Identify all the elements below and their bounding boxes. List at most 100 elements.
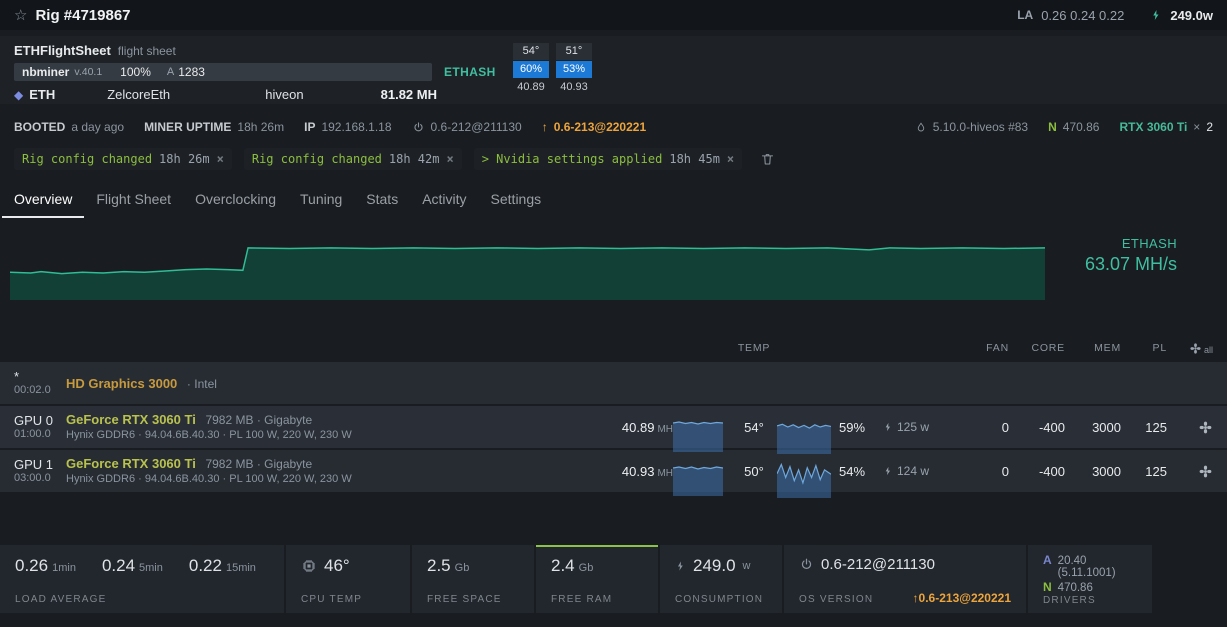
- cpu-row-index: *: [14, 369, 66, 384]
- os-version-label: OS VERSION: [799, 594, 873, 605]
- upgrade-arrow-icon: ↑: [542, 120, 548, 134]
- gpu1-fan: 53%: [556, 61, 592, 78]
- kernel-version: 5.10.0-hiveos #83: [933, 120, 1028, 134]
- gpu-temp: 50°: [731, 464, 777, 479]
- cpu-row-bus: 00:02.0: [14, 384, 66, 397]
- gpu0-fan: 60%: [513, 61, 549, 78]
- gpu-row-1: GPU 1 03:00.0 GeForce RTX 3060 Ti 7982 M…: [0, 448, 1227, 492]
- header-mem: MEM: [1065, 342, 1121, 354]
- free-ram-label: FREE RAM: [551, 594, 643, 605]
- load-15min: 0.22: [189, 556, 222, 576]
- power-bolt-icon: [1150, 8, 1162, 22]
- tab-stats[interactable]: Stats: [354, 179, 410, 218]
- gpu-badge-name: RTX 3060 Ti: [1119, 120, 1187, 134]
- gpu-name[interactable]: GeForce RTX 3060 Ti: [66, 412, 196, 427]
- gpu-power-limit[interactable]: 125: [1121, 464, 1167, 479]
- gpu-badge-times: ×: [1193, 120, 1200, 134]
- gpu-badge-count: 2: [1206, 120, 1213, 134]
- tab-overview[interactable]: Overview: [2, 179, 84, 218]
- gpu-core-clock[interactable]: -400: [1009, 464, 1065, 479]
- load-average-panel: 0.261min 0.245min 0.2215min LOAD AVERAGE: [0, 545, 284, 613]
- tab-overclocking[interactable]: Overclocking: [183, 179, 288, 218]
- os-upgrade-link[interactable]: ↑0.6-213@220221: [913, 591, 1011, 605]
- gpu-details: Hynix GDDR6 · 94.04.6B.40.30 · PL 100 W,…: [66, 428, 581, 442]
- os-version-value: 0.6-212@211130: [821, 556, 935, 573]
- gpu-mem-clock[interactable]: 3000: [1065, 420, 1121, 435]
- gpu-bus: 03:00.0: [14, 472, 66, 485]
- gpu-power-limit[interactable]: 125: [1121, 420, 1167, 435]
- event-time: 18h 26m: [159, 152, 210, 166]
- miner-progress: 100%: [120, 65, 151, 79]
- tab-flight-sheet[interactable]: Flight Sheet: [84, 179, 183, 218]
- booted-value: a day ago: [71, 120, 124, 134]
- chart-algo-label: ETHASH: [1045, 236, 1177, 251]
- gpu-index: GPU 0: [14, 413, 66, 428]
- accepted-shares: 1283: [178, 65, 205, 79]
- nvidia-driver-label: N: [1048, 120, 1057, 134]
- load-average-label: LA: [1017, 8, 1033, 22]
- amd-driver-value: 20.40 (5.11.1001): [1058, 555, 1137, 579]
- power-bolt-icon: [675, 559, 686, 573]
- upgrade-version: 0.6-213@220221: [554, 120, 646, 134]
- kernel-drop-icon: [915, 121, 927, 134]
- event-text: Rig config changed: [252, 152, 382, 166]
- gpu0-hashrate: 40.89: [513, 79, 549, 96]
- total-hashrate: 81.82 MH: [381, 87, 437, 102]
- flight-sheet-name[interactable]: ETHFlightSheet: [14, 43, 111, 58]
- gpu-power: 125 w: [897, 420, 929, 434]
- load-5min: 0.24: [102, 556, 135, 576]
- gpu-details: Hynix GDDR6 · 94.04.6B.40.30 · PL 100 W,…: [66, 472, 581, 486]
- tab-settings[interactable]: Settings: [479, 179, 554, 218]
- event-tag: Rig config changed 18h 26m ×: [14, 148, 232, 170]
- gpu-ministats: 54° 51° 60% 53% 40.89 40.93: [513, 43, 592, 96]
- power-bolt-icon: [883, 421, 893, 433]
- gpu-hashrate-unit: MH: [657, 468, 673, 479]
- clear-events-trash-icon[interactable]: [760, 151, 775, 167]
- tab-activity[interactable]: Activity: [410, 179, 478, 218]
- free-space-value: 2.5: [427, 556, 451, 576]
- event-close-icon[interactable]: ×: [446, 152, 453, 166]
- miner-version: v.40.1: [74, 66, 102, 78]
- header-fan: FAN: [963, 342, 1009, 354]
- uptime-label: MINER UPTIME: [144, 120, 231, 134]
- gpu-bus: 01:00.0: [14, 428, 66, 441]
- ip-value: 192.168.1.18: [321, 120, 391, 134]
- gpu-fan-setting[interactable]: 0: [963, 420, 1009, 435]
- miner-name: nbminer: [22, 65, 69, 79]
- favorite-star-icon[interactable]: ☆: [14, 6, 27, 24]
- cpu-temp-panel: 46° CPU TEMP: [286, 545, 410, 613]
- event-close-icon[interactable]: ×: [217, 152, 224, 166]
- load-average-values: 0.26 0.24 0.22: [1041, 8, 1124, 23]
- gpu-fan-percent: 59%: [839, 420, 883, 435]
- gpu-fan-icon[interactable]: [1198, 420, 1213, 435]
- gpu-fan-icon[interactable]: [1198, 464, 1213, 479]
- booted-label: BOOTED: [14, 120, 65, 134]
- gpu-row-0: GPU 0 01:00.0 GeForce RTX 3060 Ti 7982 M…: [0, 404, 1227, 448]
- event-tag: > Nvidia settings applied 18h 45m ×: [474, 148, 742, 170]
- gpu1-hashrate: 40.93: [556, 79, 592, 96]
- fan-all-icon[interactable]: all: [1189, 342, 1213, 355]
- miner-progress-bar[interactable]: nbminer v.40.1 100% A 1283: [14, 63, 432, 81]
- tab-tuning[interactable]: Tuning: [288, 179, 354, 218]
- power-symbol-icon: [799, 557, 814, 572]
- event-close-icon[interactable]: ×: [727, 152, 734, 166]
- consumption-unit: w: [743, 560, 751, 572]
- free-space-panel: 2.5Gb FREE SPACE: [412, 545, 534, 613]
- drivers-panel: A20.40 (5.11.1001) N470.86 DRIVERS: [1028, 545, 1152, 613]
- header-temp: TEMP: [731, 342, 777, 354]
- gpu-core-clock[interactable]: -400: [1009, 420, 1065, 435]
- gpu-info: 7982 MB · Gigabyte: [205, 457, 312, 471]
- load-1min-label: 1min: [52, 562, 76, 574]
- flight-sheet-panel: ETHFlightSheet flight sheet nbminer v.40…: [0, 36, 1227, 104]
- free-ram-value: 2.4: [551, 556, 575, 576]
- header-core: CORE: [1009, 342, 1065, 354]
- gpu-table-header: TEMP FAN CORE MEM PL all: [0, 338, 1227, 358]
- gpu-mem-clock[interactable]: 3000: [1065, 464, 1121, 479]
- os-version-panel: 0.6-212@211130 OS VERSION ↑0.6-213@22022…: [784, 545, 1026, 613]
- consumption-label: CONSUMPTION: [675, 594, 767, 605]
- gpu-name[interactable]: GeForce RTX 3060 Ti: [66, 456, 196, 471]
- gpu-fan-setting[interactable]: 0: [963, 464, 1009, 479]
- os-upgrade-link[interactable]: ↑ 0.6-213@220221: [542, 120, 646, 134]
- gpu1-temp: 51°: [556, 43, 592, 60]
- uptime-value: 18h 26m: [237, 120, 284, 134]
